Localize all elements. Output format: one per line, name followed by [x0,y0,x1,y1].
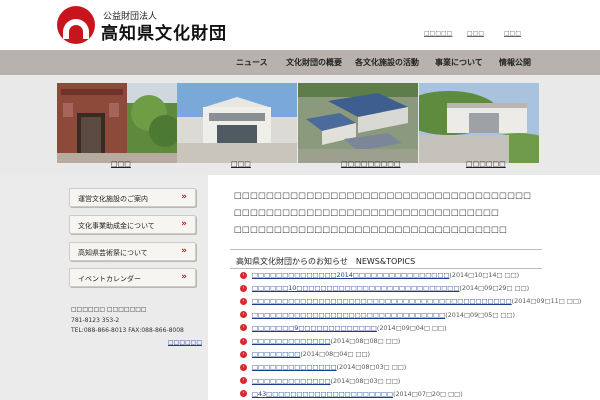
bullet-arrow-icon: › [240,350,247,358]
news-heading-en: NEWS&TOPICS [355,257,416,266]
sidebar [0,175,208,400]
bullet-arrow-icon: › [240,363,247,371]
double-chevron-right-icon: » [181,219,187,229]
news-item: › □□□□□□□□□□□□□(2014□08□08□ □□) [240,337,400,347]
contact-address: 781-8123 353-2 [71,317,120,324]
news-item-date: (2014□08□08□ □□) [330,337,401,345]
news-item-date: (2014□09□05□ □□) [445,310,515,319]
nav-item-about[interactable]: 文化財団の概要 [286,50,342,75]
facility-photo-strip [0,75,600,175]
facility-photo-4[interactable] [419,83,539,163]
bullet-arrow-icon: › [240,337,247,345]
bullet-arrow-icon: › [240,297,247,305]
double-chevron-right-icon: » [181,246,187,256]
foundation-logo-icon[interactable] [57,6,95,44]
nav-item-facilities[interactable]: 各文化施設の活動 [355,50,419,75]
news-item-date: (2014□08□03□ □□) [336,363,407,372]
util-link-3[interactable]: □□□ [504,30,521,37]
intro-text-line-2: □□□□□□□□□□□□□□□□□□□□□□□□□□□□□□□□□ [234,207,500,217]
nav-item-disclosure[interactable]: 情報公開 [499,50,531,75]
double-chevron-right-icon: » [181,192,187,202]
sidebar-button-facilities[interactable]: 運営文化施設のご案内 » [69,188,196,207]
news-item-date: (2014□09□11□ □□) [511,297,582,306]
contact-phone-fax: TEL:088-866-8013 FAX:088-866-8008 [71,327,184,334]
news-item: › □□□□□□□□□□□□□(2014□08□03□ □□) [240,377,400,387]
util-link-2[interactable]: □□□ [467,30,484,37]
news-item-date: (2014□10□14□ □□) [449,271,520,279]
bullet-arrow-icon: › [240,311,247,319]
bullet-arrow-icon: › [240,284,247,292]
facility-photo-2[interactable] [177,83,297,163]
news-item-date: (2014□07□20□ □□) [392,389,463,398]
news-divider [230,268,542,269]
news-item-date: (2014□08□03□ □□) [330,376,401,385]
news-item-date: (2014□08□04□ □□) [300,350,371,359]
util-link-1[interactable]: □□□□□ [424,30,452,37]
sidebar-button-grants[interactable]: 文化事業助成金について » [69,215,196,234]
photo-caption-1[interactable]: □□□ [111,160,131,168]
contact-org: □□□□□□ □□□□□□□ [71,306,147,313]
news-item: › □□□□□□□9□□□□□□□□□□□□□(2014□09□04□ □□) [240,324,447,334]
news-item-date: (2014□09□29□ □□) [459,284,530,293]
news-item-title[interactable]: □□□□□□10□□□□□□□□□□□□□□□□□□□□□□□□□□□ [252,284,459,292]
page: 公益財団法人 高知県文化財団 □□□□□ □□□ □□□ ニュース 文化財団の概… [0,0,600,400]
news-heading-ja: 高知県文化財団からのお知らせ [236,257,348,266]
news-item: › □□□□□□□□□□□□□□(2014□08□03□ □□) [240,363,406,373]
news-item-title[interactable]: □□□□□□□□ [252,350,300,358]
news-item: › □□□□□□□□□□□□□□□□□□□□□□□□□□□□□□□□□□□□□□□… [240,297,581,307]
site-header: 公益財団法人 高知県文化財団 □□□□□ □□□ □□□ [0,0,600,50]
news-item-title[interactable]: □□□□□□□□□□□□□ [252,337,331,345]
photo-caption-2[interactable]: □□□ [231,160,251,168]
sidebar-button-art-festival[interactable]: 高知県芸術祭について » [69,242,196,261]
bullet-arrow-icon: › [240,324,247,332]
logo-title[interactable]: 高知県文化財団 [101,19,227,44]
photo-caption-4[interactable]: □□□□□□ [466,160,506,168]
news-divider-top [230,249,542,250]
nav-item-news[interactable]: ニュース [236,50,268,75]
news-item-title[interactable]: □□□□□□□9□□□□□□□□□□□□□ [252,324,377,332]
facility-photo-1[interactable] [57,83,177,163]
facility-photo-3[interactable] [298,83,418,163]
intro-text-line-3: □□□□□□□□□□□□□□□□□□□□□□□□□□□□□□□□□□ [234,224,508,234]
news-item-title[interactable]: □□□□□□□□□□□□□□□□□□□□□□□□□□□□□□□□ [252,311,445,319]
nav-item-projects[interactable]: 事業について [435,50,483,75]
bullet-arrow-icon: › [240,271,247,279]
sidebar-button-label: 文化事業助成金について [78,222,155,230]
news-item-title[interactable]: □□□□□□□□□□□□□ [252,377,331,385]
bullet-arrow-icon: › [240,377,247,385]
access-map-link[interactable]: □□□□□□ [168,339,202,346]
news-item-title[interactable]: □□□□□□□□□□□□□□□□□□□□□□□□□□□□□□□□□□□□□□□□… [252,297,512,305]
double-chevron-right-icon: » [181,272,187,282]
news-item: › □□□□□□□□□□□□□□□□□□□□□□□□□□□□□□□□(2014□0… [240,311,515,321]
global-nav: ニュース 文化財団の概要 各文化施設の活動 事業について 情報公開 [0,50,600,75]
news-item: › □43□□□□□□□□□□□□□□□□□□□□□(2014□07□20□ □□… [240,390,463,400]
intro-text-line-1: □□□□□□□□□□□□□□□□□□□□□□□□□□□□□□□□□□□□□ [234,190,532,200]
bullet-arrow-icon: › [240,390,247,398]
news-heading: 高知県文化財団からのお知らせ NEWS&TOPICS [236,256,415,267]
news-item: › □□□□□□10□□□□□□□□□□□□□□□□□□□□□□□□□□□(201… [240,284,529,294]
news-item-date: (2014□09□04□ □□) [376,323,447,332]
sidebar-button-event-calendar[interactable]: イベントカレンダー » [69,268,196,287]
news-item-title[interactable]: □43□□□□□□□□□□□□□□□□□□□□□ [252,390,393,398]
sidebar-button-label: 高知県芸術祭について [78,249,148,257]
news-item-title[interactable]: □□□□□□□□□□□□□□ [252,363,337,371]
photo-caption-3[interactable]: □□□□□□□□□ [341,160,401,168]
sidebar-button-label: 運営文化施設のご案内 [78,195,148,203]
sidebar-button-label: イベントカレンダー [78,275,141,283]
news-item: › □□□□□□□□(2014□08□04□ □□) [240,350,370,360]
news-item: › □□□□□□□□□□□□□□2014□□□□□□□□□□□□□□□□(2014… [240,271,519,281]
news-item-title[interactable]: □□□□□□□□□□□□□□2014□□□□□□□□□□□□□□□□ [252,271,449,279]
